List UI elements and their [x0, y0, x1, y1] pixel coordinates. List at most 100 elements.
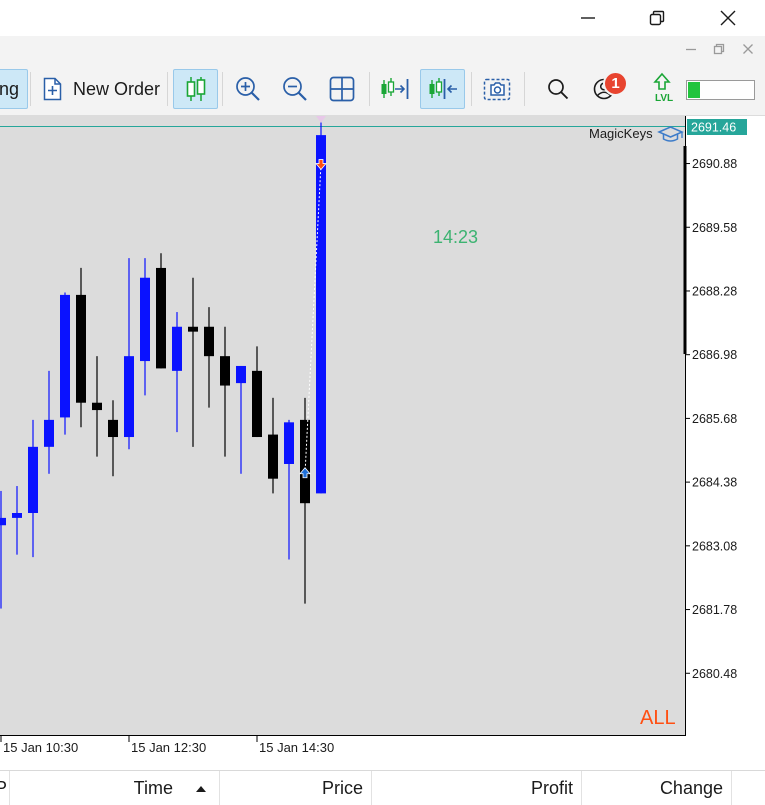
restore-button[interactable] [634, 0, 680, 36]
price-tick-label: 2684.38 [692, 476, 737, 490]
auto-scroll-button[interactable] [374, 69, 416, 109]
algo-trading-button[interactable]: ng [0, 69, 28, 109]
level-meter-fill [688, 82, 700, 98]
level-label: LVL [655, 93, 674, 104]
restore-icon [649, 10, 665, 26]
close-icon [720, 10, 736, 26]
minimize-icon [686, 48, 696, 51]
column-header-price[interactable]: Price [220, 771, 372, 805]
zoom-out-button[interactable] [274, 69, 316, 109]
chart-window-bar [0, 36, 765, 62]
auto-scroll-icon [381, 78, 409, 99]
candle-body [284, 422, 294, 464]
price-tick-label: 2686.98 [692, 348, 737, 362]
symbol-filter-label[interactable]: ALL [640, 707, 676, 729]
current-price-value: 2691.46 [691, 121, 736, 135]
chart-plot-background [0, 116, 686, 736]
candle-body [0, 517, 6, 526]
title-bar [0, 0, 765, 36]
close-button[interactable] [705, 0, 751, 36]
up-arrow-icon [653, 72, 671, 90]
candle-body [28, 446, 38, 513]
chart-restore-button[interactable] [710, 40, 728, 58]
toolbar-separator [524, 72, 525, 106]
candle-body [268, 434, 278, 479]
toolbar-separator [30, 72, 31, 106]
time-tick-label: 15 Jan 12:30 [131, 740, 206, 755]
price-tick-label: 2683.08 [692, 539, 737, 553]
price-tick-label: 2689.58 [692, 221, 737, 235]
minimize-icon [581, 17, 595, 19]
candle-body [92, 402, 102, 411]
candle-body [316, 135, 326, 494]
candlestick-chart-icon [186, 77, 205, 101]
candlesticks-button[interactable] [173, 69, 218, 109]
column-header-symbol[interactable]: P [0, 771, 10, 805]
zoom-in-icon [236, 77, 260, 101]
price-chart[interactable]: 2690.88 2689.58 2688.28 2686.98 2685.68 2684.… [0, 116, 765, 770]
column-header-time-label: Time [133, 778, 173, 798]
toolbar-separator [167, 72, 168, 106]
candle-body [188, 326, 198, 332]
minimize-button[interactable] [565, 0, 611, 36]
candle-body [300, 419, 310, 504]
candle-body [124, 356, 134, 438]
trade-grid-header: P Time Price Profit Change [0, 770, 765, 805]
current-price-label: 2691.46 [687, 119, 747, 135]
price-tick-label: 2688.28 [692, 284, 737, 298]
time-axis-ticks: 15 Jan 10:30 15 Jan 12:30 15 Jan 14:30 [0, 736, 334, 755]
level-meter [686, 80, 755, 100]
chart-shift-icon [429, 78, 457, 99]
algo-trading-label: ng [0, 78, 20, 99]
sort-up-icon [196, 785, 206, 792]
candle-body [108, 419, 118, 438]
candle-body [156, 267, 166, 369]
toolbar-separator [222, 72, 223, 106]
zoom-out-icon [283, 77, 307, 101]
toolbar-separator [471, 72, 472, 106]
new-order-label: New Order [73, 78, 161, 99]
indicator-label: MagicKeys [589, 126, 653, 141]
chart-shift-button[interactable] [420, 69, 465, 109]
close-icon [743, 44, 753, 54]
bull-candle [60, 292, 70, 435]
candle-body [252, 370, 262, 438]
search-icon [548, 79, 569, 100]
terminal-window: ng New Order 1 LVL 2690.88 2689.58 2688.… [0, 0, 765, 805]
restore-icon [713, 43, 725, 55]
time-tick-label: 15 Jan 14:30 [259, 740, 334, 755]
candle-body [44, 419, 54, 447]
bar-countdown: 14:23 [433, 227, 478, 247]
chart-close-button[interactable] [739, 40, 757, 58]
screenshot-button[interactable] [476, 69, 518, 109]
chart-area[interactable]: 2690.88 2689.58 2688.28 2686.98 2685.68 2684.… [0, 116, 765, 770]
price-tick-label: 2690.88 [692, 157, 737, 171]
toolbar-separator [369, 72, 370, 106]
candle-body [236, 365, 246, 384]
candle-body [76, 294, 86, 403]
candle-body [220, 356, 230, 386]
notification-badge: 1 [603, 71, 628, 96]
candle-body [172, 326, 182, 371]
price-axis-ticks: 2690.88 2689.58 2688.28 2686.98 2685.68 2684.… [686, 157, 737, 681]
candle-body [60, 294, 70, 418]
candle-body [204, 326, 214, 357]
candle-body [12, 512, 22, 518]
new-order-icon [43, 77, 62, 101]
grid-icon [329, 76, 355, 102]
chart-minimize-button[interactable] [682, 40, 700, 58]
toolbar: ng New Order [0, 62, 765, 116]
new-order-button[interactable]: New Order [35, 69, 163, 109]
time-tick-label: 15 Jan 10:30 [3, 740, 78, 755]
bear-candle [156, 253, 166, 369]
candle-body [140, 277, 150, 362]
tile-windows-button[interactable] [321, 69, 363, 109]
camera-icon [483, 78, 511, 101]
zoom-in-button[interactable] [227, 69, 269, 109]
column-header-time[interactable]: Time [10, 771, 220, 805]
column-header-change[interactable]: Change [582, 771, 732, 805]
search-button[interactable] [537, 69, 579, 109]
price-tick-label: 2681.78 [692, 603, 737, 617]
price-tick-label: 2685.68 [692, 412, 737, 426]
column-header-profit[interactable]: Profit [372, 771, 582, 805]
